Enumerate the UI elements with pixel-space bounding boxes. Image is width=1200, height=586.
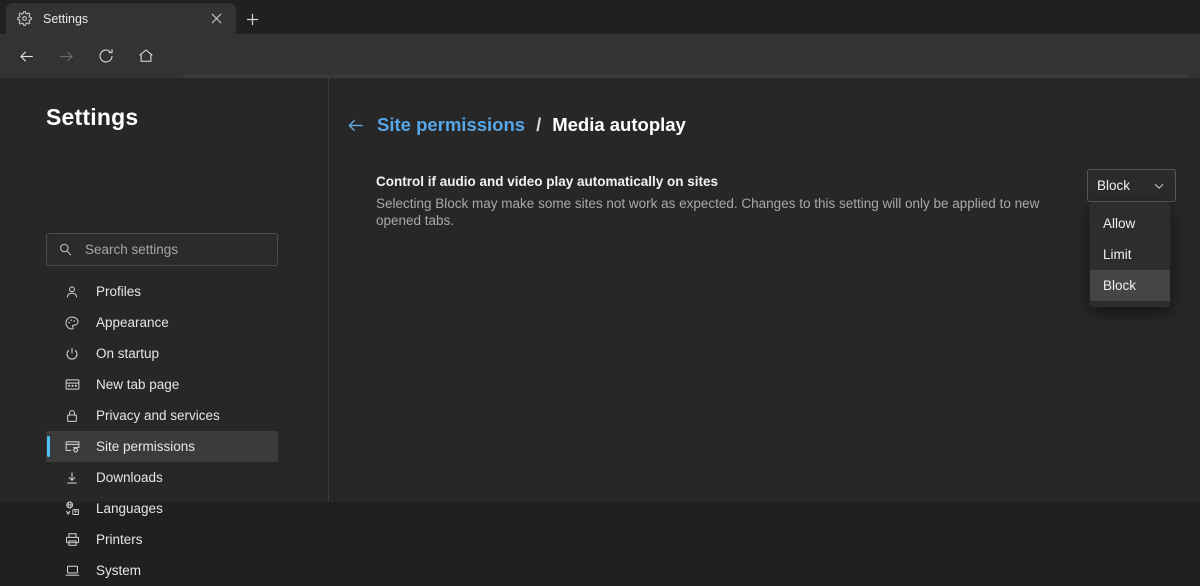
download-icon	[63, 469, 81, 487]
search-settings-box[interactable]	[46, 233, 278, 266]
browser-tab-settings[interactable]: Settings	[6, 3, 236, 34]
tab-strip: Settings	[0, 0, 1200, 34]
search-input[interactable]	[85, 242, 266, 257]
sidebar-item-label: New tab page	[96, 377, 180, 392]
arrow-left-icon[interactable]	[345, 115, 366, 136]
sidebar-item-label: Downloads	[96, 470, 163, 485]
browser-toolbar: Edge edge://settings/content/mediaAutopl…	[0, 34, 1200, 105]
sidebar-item-new-tab-page[interactable]: New tab page	[46, 369, 278, 400]
close-icon[interactable]	[206, 9, 226, 29]
laptop-icon	[63, 562, 81, 580]
sidebar-item-profiles[interactable]: Profiles	[46, 276, 278, 307]
back-icon[interactable]	[9, 39, 43, 73]
reload-icon[interactable]	[89, 39, 123, 73]
sidebar-item-label: Privacy and services	[96, 408, 220, 423]
person-icon	[63, 283, 81, 301]
dropdown-option-label: Limit	[1103, 247, 1132, 262]
media-autoplay-setting-row: Control if audio and video play automati…	[376, 174, 1176, 229]
newtab-icon	[63, 376, 81, 394]
breadcrumb-separator: /	[536, 114, 542, 135]
sidebar-item-label: Site permissions	[96, 439, 196, 454]
tab-title: Settings	[43, 11, 89, 26]
printer-icon	[63, 531, 81, 549]
sidebar-item-system[interactable]: System	[46, 555, 278, 586]
dropdown-option-allow[interactable]: Allow	[1090, 208, 1170, 239]
dropdown-option-block[interactable]: Block	[1090, 270, 1170, 301]
sidebar-item-privacy-and-services[interactable]: Privacy and services	[46, 400, 278, 431]
chevron-down-icon	[1152, 179, 1166, 193]
forward-icon[interactable]	[49, 39, 83, 73]
breadcrumb: Site permissions / Media autoplay	[345, 114, 686, 136]
sidebar-item-label: System	[96, 563, 142, 578]
settings-page: Settings Profiles	[0, 78, 1200, 578]
sidebar-item-label: Printers	[96, 532, 143, 547]
search-icon	[58, 242, 73, 257]
sidebar-item-label: Profiles	[96, 284, 142, 299]
power-icon	[63, 345, 81, 363]
media-autoplay-select[interactable]: Block	[1087, 169, 1176, 202]
sidebar-item-label: On startup	[96, 346, 160, 361]
settings-content: Site permissions / Media autoplay Contro…	[329, 78, 1200, 502]
setting-title: Control if audio and video play automati…	[376, 174, 719, 189]
palette-icon	[63, 314, 81, 332]
dropdown-option-label: Block	[1103, 278, 1137, 293]
breadcrumb-parent-link[interactable]: Site permissions	[377, 114, 525, 136]
sidebar-item-site-permissions[interactable]: Site permissions	[46, 431, 278, 462]
home-icon[interactable]	[129, 39, 163, 73]
sidebar-item-downloads[interactable]: Downloads	[46, 462, 278, 493]
language-icon	[63, 500, 81, 518]
gear-icon	[16, 11, 32, 27]
sidebar-item-languages[interactable]: Languages	[46, 493, 278, 524]
sidebar-item-printers[interactable]: Printers	[46, 524, 278, 555]
sitepermissions-icon	[63, 438, 81, 456]
sidebar-item-appearance[interactable]: Appearance	[46, 307, 278, 338]
page-title: Settings	[46, 104, 139, 130]
dropdown-option-limit[interactable]: Limit	[1090, 239, 1170, 270]
setting-description: Selecting Block may make some sites not …	[376, 196, 1040, 228]
sidebar-item-label: Languages	[96, 501, 163, 516]
lock-icon	[63, 407, 81, 425]
sidebar-item-on-startup[interactable]: On startup	[46, 338, 278, 369]
media-autoplay-dropdown-menu: Allow Limit Block	[1090, 202, 1170, 307]
dropdown-option-label: Allow	[1103, 216, 1136, 231]
sidebar-nav: Profiles Appearance On startup New tab p…	[46, 276, 278, 586]
select-value: Block	[1097, 178, 1131, 193]
new-tab-button[interactable]	[239, 6, 265, 32]
sidebar-item-label: Appearance	[96, 315, 169, 330]
breadcrumb-current: Media autoplay	[552, 114, 686, 135]
settings-sidebar: Settings Profiles	[0, 78, 328, 578]
